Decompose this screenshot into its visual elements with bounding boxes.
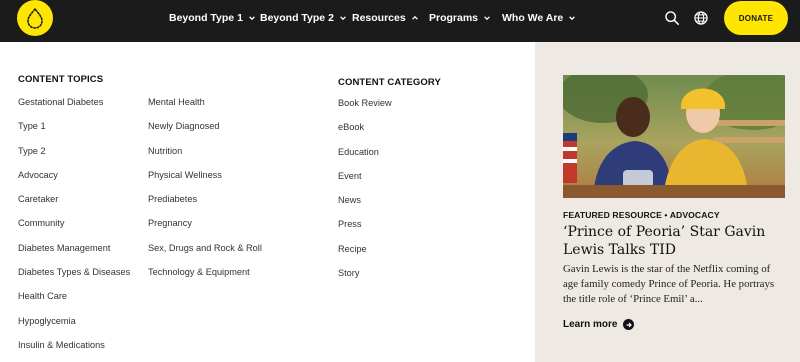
nav-item-label: Resources xyxy=(352,12,406,24)
search-button[interactable] xyxy=(663,9,681,27)
learn-more-link[interactable]: Learn more xyxy=(563,319,635,330)
topic-link[interactable]: Technology & Equipment xyxy=(148,267,262,291)
featured-headline[interactable]: ‘Prince of Peoria’ Star Gavin Lewis Talk… xyxy=(563,223,788,259)
topic-link[interactable]: Insulin & Medications xyxy=(18,340,130,362)
nav-item-label: Beyond Type 1 xyxy=(169,12,243,24)
topic-link[interactable]: Pregnancy xyxy=(148,218,262,242)
topic-link[interactable]: Nutrition xyxy=(148,146,262,170)
arrow-right-icon xyxy=(623,319,635,330)
topic-link[interactable]: Gestational Diabetes xyxy=(18,97,130,121)
category-link[interactable]: Event xyxy=(338,171,392,195)
category-link[interactable]: News xyxy=(338,195,392,219)
categories-column: Book Review eBook Education Event News Press R… xyxy=(338,98,392,292)
topic-link[interactable]: Diabetes Management xyxy=(18,243,130,267)
topic-link[interactable]: Community xyxy=(18,218,130,242)
topic-link[interactable]: Type 2 xyxy=(18,146,130,170)
featured-tag: FEATURED RESOURCE • ADVOCACY xyxy=(563,210,720,220)
chevron-down-icon xyxy=(484,16,490,21)
chevron-down-icon xyxy=(569,16,576,21)
topic-link[interactable]: Advocacy xyxy=(18,170,130,194)
topic-link[interactable]: Caretaker xyxy=(18,194,130,218)
topic-link[interactable]: Health Care xyxy=(18,291,130,315)
globe-icon xyxy=(694,11,708,25)
category-link[interactable]: Story xyxy=(338,268,392,292)
featured-photo-illustration xyxy=(563,75,785,198)
nav-item-label: Who We Are xyxy=(502,12,564,24)
logo[interactable] xyxy=(17,0,53,36)
featured-description: Gavin Lewis is the star of the Netflix c… xyxy=(563,263,775,305)
topic-link[interactable]: Sex, Drugs and Rock & Roll xyxy=(148,243,262,267)
chevron-down-icon xyxy=(249,16,255,21)
nav-item-resources[interactable]: Resources xyxy=(352,0,419,36)
category-link[interactable]: Recipe xyxy=(338,244,392,268)
nav-item-beyond-type-2[interactable]: Beyond Type 2 xyxy=(260,0,347,36)
content-topics-heading: CONTENT TOPICS xyxy=(18,74,104,85)
topics-column-1: Gestational Diabetes Type 1 Type 2 Advocacy… xyxy=(18,97,130,362)
nav-item-label: Programs xyxy=(429,12,479,24)
learn-more-label: Learn more xyxy=(563,319,618,330)
language-button[interactable] xyxy=(692,9,710,27)
topic-link[interactable]: Hypoglycemia xyxy=(18,316,130,340)
topic-link[interactable]: Type 1 xyxy=(18,121,130,145)
chevron-down-icon xyxy=(340,16,346,21)
topic-link[interactable]: Physical Wellness xyxy=(148,170,262,194)
top-navigation-bar: Beyond Type 1 Beyond Type 2 Resources Pr… xyxy=(0,0,800,42)
topic-link[interactable]: Newly Diagnosed xyxy=(148,121,262,145)
category-link[interactable]: Education xyxy=(338,147,392,171)
chevron-up-icon xyxy=(411,15,418,20)
topic-link[interactable]: Prediabetes xyxy=(148,194,262,218)
logo-icon xyxy=(27,7,43,29)
category-link[interactable]: Press xyxy=(338,219,392,243)
nav-item-beyond-type-1[interactable]: Beyond Type 1 xyxy=(169,0,256,36)
category-link[interactable]: eBook xyxy=(338,122,392,146)
content-category-heading: CONTENT CATEGORY xyxy=(338,77,441,88)
topic-link[interactable]: Mental Health xyxy=(148,97,262,121)
topic-link[interactable]: Diabetes Types & Diseases xyxy=(18,267,130,291)
nav-item-programs[interactable]: Programs xyxy=(429,0,491,36)
topics-column-2: Mental Health Newly Diagnosed Nutrition Phy… xyxy=(148,97,262,291)
donate-button[interactable]: DONATE xyxy=(724,1,788,35)
nav-item-label: Beyond Type 2 xyxy=(260,12,334,24)
featured-image[interactable] xyxy=(563,75,785,198)
search-icon xyxy=(665,11,680,26)
category-link[interactable]: Book Review xyxy=(338,98,392,122)
nav-item-who-we-are[interactable]: Who We Are xyxy=(502,0,576,36)
